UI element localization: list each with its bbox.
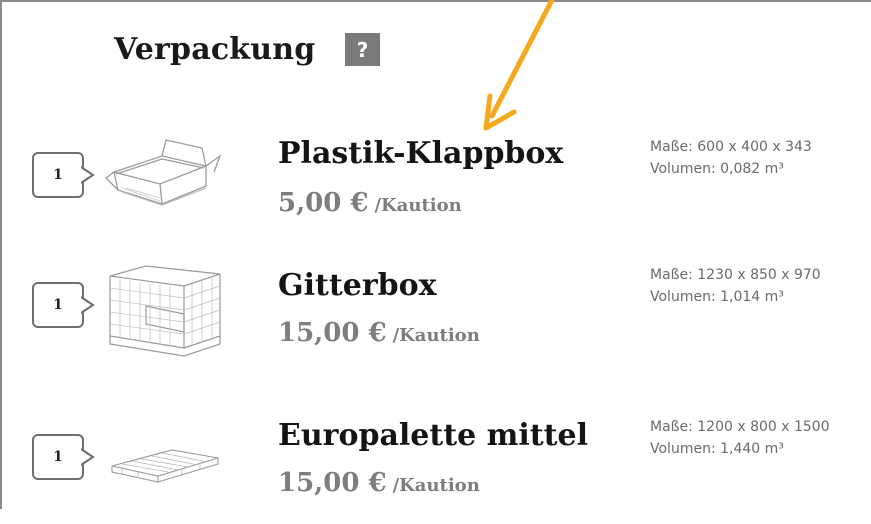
dimensions-text: Maße: 1200 x 800 x 1500 bbox=[650, 419, 830, 435]
packaging-panel: Verpackung ? 1 Plastik-Klappbox 5,00 € /… bbox=[0, 0, 871, 509]
product-specs: Maße: 1230 x 850 x 970 Volumen: 1,014 m³ bbox=[650, 264, 821, 308]
price-unit: /Kaution bbox=[374, 195, 462, 216]
volume-text: Volumen: 0,082 m³ bbox=[650, 161, 784, 177]
mesh-box-icon bbox=[109, 265, 221, 357]
callout-pointer-icon bbox=[81, 296, 95, 314]
volume-text: Volumen: 1,014 m³ bbox=[650, 289, 784, 305]
quantity-field[interactable]: 1 bbox=[32, 434, 84, 480]
product-name: Europalette mittel bbox=[278, 418, 588, 453]
callout-pointer-icon bbox=[81, 166, 95, 184]
pallet-icon bbox=[111, 449, 219, 483]
help-icon[interactable]: ? bbox=[345, 33, 380, 66]
quantity-field[interactable]: 1 bbox=[32, 282, 84, 328]
list-item: 1 Gitterbox 15,00 €/Kaution Maße: 1230 x… bbox=[2, 264, 871, 374]
callout-pointer-icon bbox=[81, 448, 95, 466]
product-specs: Maße: 1200 x 800 x 1500 Volumen: 1,440 m… bbox=[650, 416, 830, 460]
product-price: 15,00 €/Kaution bbox=[278, 468, 480, 498]
quantity-field[interactable]: 1 bbox=[32, 152, 84, 198]
product-specs: Maße: 600 x 400 x 343 Volumen: 0,082 m³ bbox=[650, 136, 812, 180]
volume-text: Volumen: 1,440 m³ bbox=[650, 441, 784, 457]
list-item: 1 Plastik-Klappbox 5,00 €/Kaution Maße: … bbox=[2, 132, 871, 242]
product-price: 5,00 €/Kaution bbox=[278, 188, 462, 218]
section-title: Verpackung bbox=[114, 32, 316, 67]
product-price: 15,00 €/Kaution bbox=[278, 318, 480, 348]
price-value: 15,00 € bbox=[278, 468, 387, 498]
dimensions-text: Maße: 1230 x 850 x 970 bbox=[650, 267, 821, 283]
price-value: 5,00 € bbox=[278, 188, 369, 218]
dimensions-text: Maße: 600 x 400 x 343 bbox=[650, 139, 812, 155]
folding-box-icon bbox=[105, 139, 222, 206]
annotation-arrow-icon bbox=[483, 0, 555, 131]
product-name: Plastik-Klappbox bbox=[278, 136, 564, 171]
list-item: 1 Europalette mittel 15,00 €/Kaution Maß… bbox=[2, 414, 871, 524]
price-value: 15,00 € bbox=[278, 318, 387, 348]
product-name: Gitterbox bbox=[278, 268, 437, 303]
price-unit: /Kaution bbox=[392, 475, 480, 496]
price-unit: /Kaution bbox=[392, 325, 480, 346]
